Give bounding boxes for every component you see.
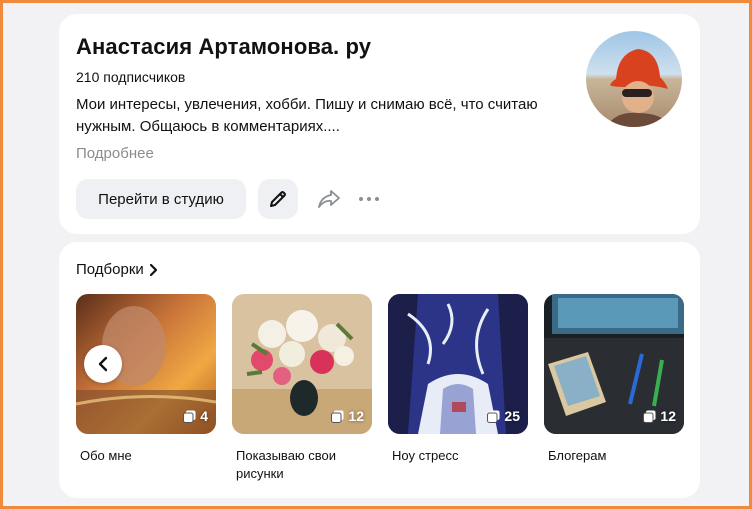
- collections-card: Подборки 4 Обо мне 12 Показываю свои рис…: [59, 242, 700, 498]
- collection-tile[interactable]: 25 Ноу стресс: [388, 294, 528, 465]
- stack-icon: [643, 410, 656, 423]
- channel-title[interactable]: Анастасия Артамонова. ру: [76, 34, 371, 60]
- collection-tile[interactable]: 12 Блогерам: [544, 294, 684, 465]
- collection-label[interactable]: Показываю свои рисунки: [232, 447, 372, 483]
- photo-count: 4: [183, 408, 208, 424]
- carousel-prev-button[interactable]: [84, 345, 122, 383]
- more-options-button[interactable]: [356, 189, 382, 209]
- collection-label[interactable]: Ноу стресс: [388, 447, 528, 465]
- collection-tile[interactable]: 12 Показываю свои рисунки: [232, 294, 372, 483]
- collection-thumbnail[interactable]: 12: [232, 294, 372, 434]
- collections-header[interactable]: Подборки: [76, 261, 159, 278]
- photo-count: 12: [331, 408, 364, 424]
- more-dots-icon: [359, 197, 379, 201]
- avatar[interactable]: [586, 31, 682, 127]
- edit-button[interactable]: [258, 179, 298, 219]
- chevron-right-icon: [149, 263, 157, 276]
- profile-card: Анастасия Артамонова. ру 210 подписчиков…: [59, 14, 700, 234]
- collection-label[interactable]: Обо мне: [76, 447, 216, 465]
- photo-count: 25: [487, 408, 520, 424]
- pencil-icon: [270, 191, 286, 207]
- collections-title: Подборки: [76, 261, 144, 278]
- collection-label[interactable]: Блогерам: [544, 447, 684, 465]
- stack-icon: [331, 410, 344, 423]
- chevron-left-icon: [98, 356, 108, 372]
- more-link[interactable]: Подробнее: [76, 145, 154, 162]
- stack-icon: [487, 410, 500, 423]
- subscribers-count: 210 подписчиков: [76, 69, 186, 85]
- share-arrow-icon: [318, 190, 340, 208]
- avatar-photo: [586, 31, 682, 127]
- collection-thumbnail[interactable]: 25: [388, 294, 528, 434]
- photo-count: 12: [643, 408, 676, 424]
- collection-thumbnail[interactable]: 12: [544, 294, 684, 434]
- share-button[interactable]: [316, 187, 342, 211]
- channel-description: Мои интересы, увлечения, хобби. Пишу и с…: [76, 96, 538, 135]
- go-to-studio-button[interactable]: Перейти в студию: [76, 179, 246, 219]
- stack-icon: [183, 410, 196, 423]
